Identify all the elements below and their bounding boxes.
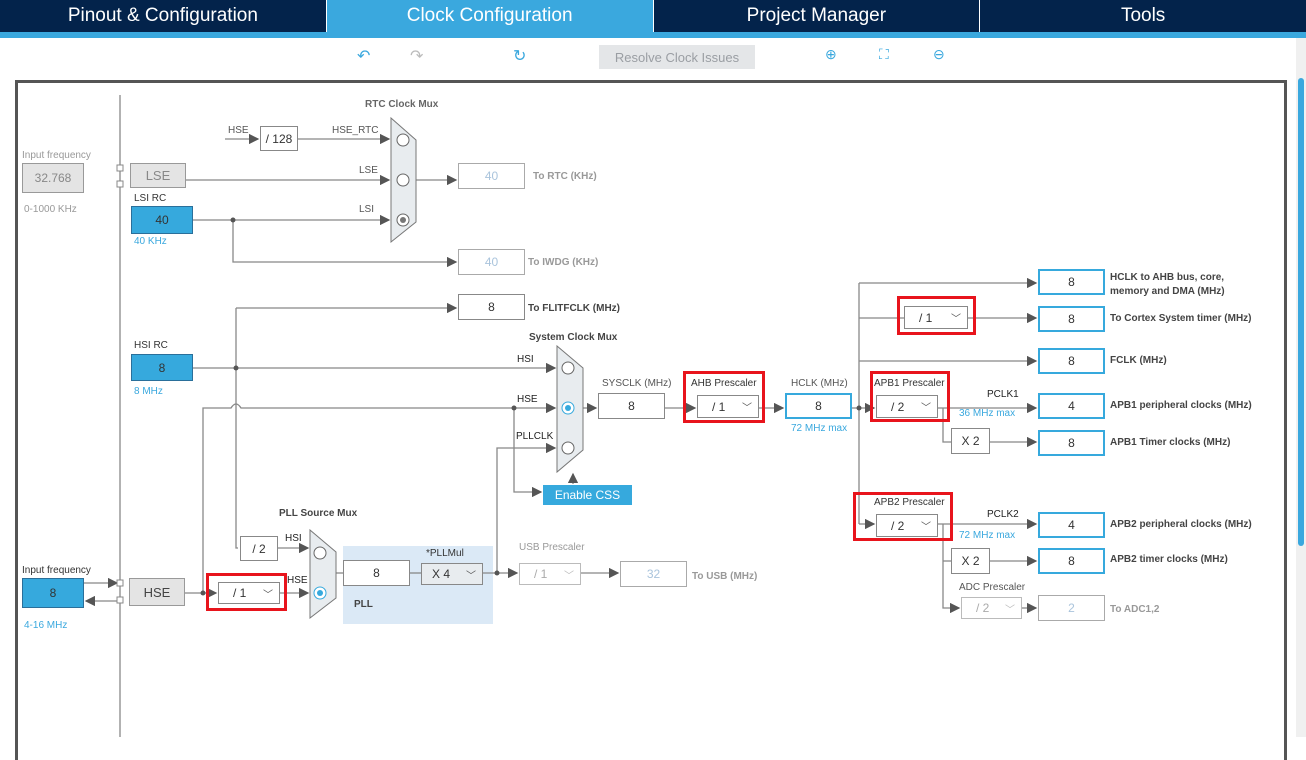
chevron-down-icon: ﹀: [1005, 605, 1015, 616]
usb-prescaler-value: / 1: [534, 567, 548, 581]
enable-css-button[interactable]: Enable CSS: [543, 485, 632, 505]
rtc-hse-label: HSE: [228, 125, 249, 136]
hclk-max: 72 MHz max: [791, 423, 848, 434]
rtc-lse-label: LSE: [359, 165, 378, 176]
apb2-timer-output[interactable]: 8: [1038, 548, 1105, 574]
ahb-prescaler-select[interactable]: / 1 ﹀: [697, 395, 759, 418]
hse-input-field[interactable]: 8: [22, 578, 84, 608]
apb1-peripheral-output[interactable]: 4: [1038, 393, 1105, 419]
cortex-timer-divider-select[interactable]: / 1 ﹀: [904, 306, 968, 329]
apb1-timer-output[interactable]: 8: [1038, 430, 1105, 456]
hclk-label: HCLK (MHz): [791, 378, 848, 389]
lse-block: LSE: [130, 163, 186, 188]
rtc-output-label: To RTC (KHz): [533, 171, 597, 182]
adc-prescaler-label: ADC Prescaler: [959, 582, 1026, 593]
output-label: APB1 Timer clocks (MHz): [1110, 437, 1231, 448]
sysmux-hse-label: HSE: [517, 394, 538, 405]
hsi-unit: 8 MHz: [134, 386, 163, 397]
adc-output-value: 2: [1038, 595, 1105, 621]
hclk-ahb-output[interactable]: 8: [1038, 269, 1105, 295]
chevron-down-icon: ﹀: [263, 590, 273, 601]
hse-prediv-value: / 1: [233, 586, 247, 600]
clock-wires: [84, 95, 1038, 737]
apb1-prescaler-value: / 2: [891, 399, 905, 414]
iwdg-output-label: To IWDG (KHz): [528, 257, 599, 268]
usb-prescaler-label: USB Prescaler: [519, 542, 585, 553]
adc-prescaler-select[interactable]: / 2 ﹀: [961, 597, 1022, 619]
sysclk-label: SYSCLK (MHz): [602, 378, 672, 389]
hse-input-label: Input frequency: [22, 565, 91, 576]
pll-source-mux-label: PLL Source Mux: [279, 508, 358, 519]
system-clock-mux-label: System Clock Mux: [529, 332, 618, 343]
lse-range: 0-1000 KHz: [24, 204, 77, 215]
hse-rtc-divider: / 128: [260, 126, 298, 151]
output-label: APB2 peripheral clocks (MHz): [1110, 519, 1252, 530]
hse-range: 4-16 MHz: [24, 620, 68, 631]
pllmul-select[interactable]: X 4 ﹀: [421, 563, 483, 585]
pllmul-value: X 4: [432, 567, 451, 581]
lse-input-label: Input frequency: [22, 150, 91, 161]
apb2-max: 72 MHz max: [959, 530, 1016, 541]
sysclk-value[interactable]: 8: [598, 393, 665, 419]
flitfclk-output-value: 8: [458, 294, 525, 320]
pll-label: PLL: [354, 599, 373, 610]
cortex-divider-value: / 1: [919, 310, 933, 325]
usb-prescaler-select[interactable]: / 1 ﹀: [519, 563, 581, 585]
sysmux-hsi-label: HSI: [517, 354, 534, 365]
sysmux-pllclk-label: PLLCLK: [516, 431, 554, 442]
apb2-timer-multiplier: X 2: [951, 548, 990, 574]
cortex-timer-output[interactable]: 8: [1038, 306, 1105, 332]
rtc-lsi-label: LSI: [359, 204, 375, 215]
ahb-prescaler-label: AHB Prescaler: [691, 378, 757, 389]
lsi-label: LSI RC: [134, 193, 167, 204]
output-label: APB1 peripheral clocks (MHz): [1110, 400, 1252, 411]
apb1-max: 36 MHz max: [959, 408, 1016, 419]
chevron-down-icon: ﹀: [742, 403, 752, 414]
apb1-prescaler-select[interactable]: / 2 ﹀: [876, 395, 938, 418]
chevron-down-icon: ﹀: [921, 403, 931, 414]
usb-output-label: To USB (MHz): [692, 571, 758, 582]
chevron-down-icon: ﹀: [564, 571, 574, 582]
ahb-prescaler-value: / 1: [712, 399, 726, 414]
hclk-value[interactable]: 8: [785, 393, 852, 419]
usb-output-value: 32: [620, 561, 687, 587]
chevron-down-icon: ﹀: [951, 314, 961, 325]
apb2-peripheral-output[interactable]: 4: [1038, 512, 1105, 538]
lsi-value: 40: [131, 206, 193, 234]
lsi-unit: 40 KHz: [134, 236, 167, 247]
output-label: memory and DMA (MHz): [1110, 286, 1225, 297]
pllsrc-hse-label: HSE: [287, 575, 308, 586]
output-label: HCLK to AHB bus, core,: [1110, 272, 1225, 283]
apb2-prescaler-value: / 2: [891, 518, 905, 533]
apb2-prescaler-label: APB2 Prescaler: [874, 497, 945, 508]
lse-input-field[interactable]: 32.768: [22, 163, 84, 193]
apb1-prescaler-label: APB1 Prescaler: [874, 378, 945, 389]
apb2-prescaler-select[interactable]: / 2 ﹀: [876, 514, 938, 537]
output-label: FCLK (MHz): [1110, 355, 1167, 366]
rtc-output-value: 40: [458, 163, 525, 189]
output-label: To Cortex System timer (MHz): [1110, 313, 1252, 324]
adc-prescaler-value: / 2: [976, 601, 990, 615]
pllmul-label: *PLLMul: [426, 548, 464, 559]
rtc-mux-label: RTC Clock Mux: [365, 99, 439, 110]
pclk1-label: PCLK1: [987, 389, 1019, 400]
hsi-value: 8: [131, 354, 193, 381]
iwdg-output-value: 40: [458, 249, 525, 275]
apb1-timer-multiplier: X 2: [951, 428, 990, 454]
hsi-div2: / 2: [240, 536, 278, 561]
hse-prediv-select[interactable]: / 1 ﹀: [218, 582, 280, 604]
pclk2-label: PCLK2: [987, 509, 1019, 520]
flitfclk-output-label: To FLITFCLK (MHz): [528, 303, 621, 314]
adc-output-label: To ADC1,2: [1110, 604, 1160, 615]
chevron-down-icon: ﹀: [921, 522, 931, 533]
fclk-output[interactable]: 8: [1038, 348, 1105, 374]
output-label: APB2 timer clocks (MHz): [1110, 554, 1228, 565]
hse-rtc-label: HSE_RTC: [332, 125, 379, 136]
chevron-down-icon: ﹀: [466, 571, 476, 582]
hse-block: HSE: [129, 578, 185, 606]
pllsrc-hsi-label: HSI: [285, 533, 302, 544]
pll-source-mux: [309, 528, 337, 620]
hsi-label: HSI RC: [134, 340, 168, 351]
pll-input-value: 8: [343, 560, 410, 586]
